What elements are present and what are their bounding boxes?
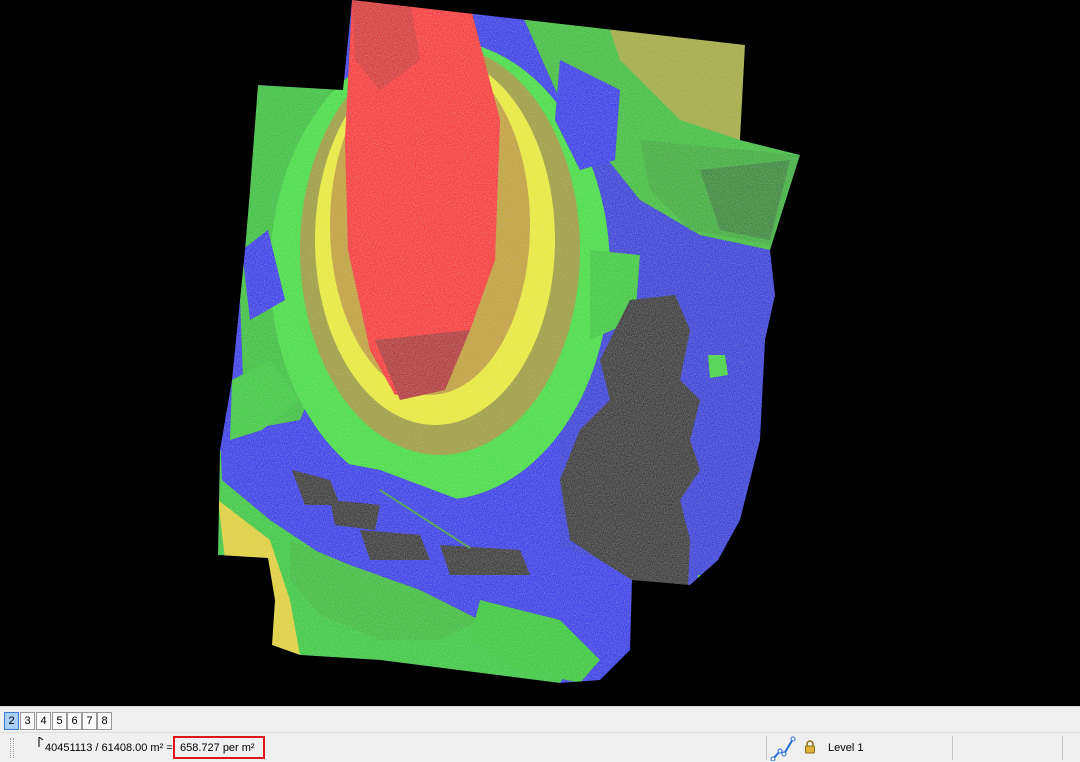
cursor-marker-icon (38, 737, 44, 747)
status-separator (1062, 736, 1063, 760)
point-density: 658.727 per m² (180, 742, 255, 754)
view-tab-8[interactable]: 8 (97, 712, 112, 730)
view-tab-bar: 2 3 4 5 6 7 8 (0, 706, 1080, 732)
level-label: Level 1 (828, 742, 864, 754)
point-cloud-render (218, 0, 800, 683)
grip-handle[interactable] (10, 738, 14, 758)
status-separator (952, 736, 953, 760)
view-tab-3[interactable]: 3 (20, 712, 35, 730)
view-tab-5[interactable]: 5 (52, 712, 67, 730)
view-tab-7[interactable]: 7 (82, 712, 97, 730)
status-separator (766, 736, 767, 760)
view-tab-6[interactable]: 6 (67, 712, 82, 730)
view-tab-4[interactable]: 4 (36, 712, 51, 730)
point-cloud-viewport[interactable] (0, 0, 1080, 706)
polyline-tool-icon[interactable] (770, 735, 796, 761)
view-tab-2[interactable]: 2 (4, 712, 19, 730)
status-bar: 40451113 / 61408.00 m² = 658.727 per m² … (0, 732, 1080, 762)
point-count-area: 40451113 / 61408.00 m² = (45, 742, 173, 754)
lock-icon[interactable] (803, 740, 817, 754)
